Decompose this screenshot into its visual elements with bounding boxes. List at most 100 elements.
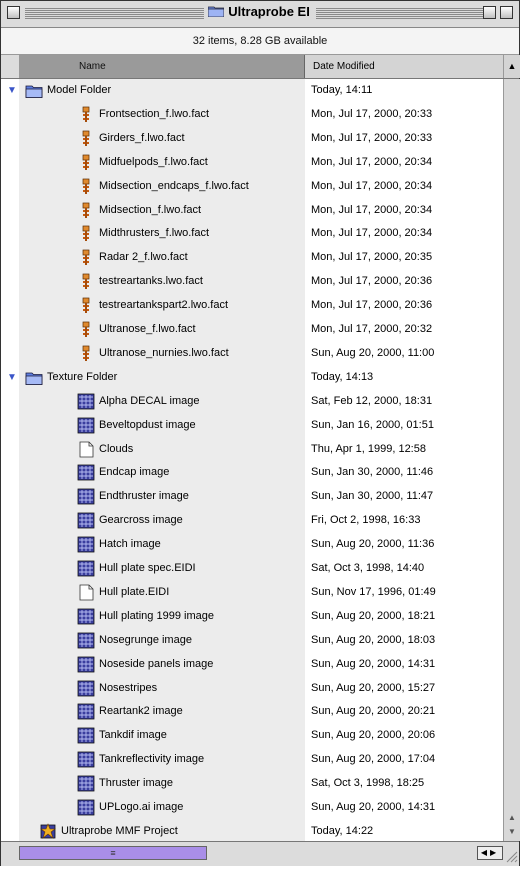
lightwave-file-icon[interactable] xyxy=(77,202,95,219)
item-name[interactable]: Nosegrunge image xyxy=(99,629,192,652)
file-row[interactable]: Midfuelpods_f.lwo.fact Mon, Jul 17, 2000,… xyxy=(1,151,503,174)
sort-direction-icon[interactable]: ▲ xyxy=(503,55,520,78)
file-row[interactable]: Reartank2 image Sun, Aug 20, 2000, 20:21 xyxy=(1,700,503,723)
item-name[interactable]: Hull plate.EIDI xyxy=(99,581,169,604)
horizontal-scrollbar[interactable]: ≡ ◀▶ xyxy=(1,841,519,866)
file-row[interactable]: Tankreflectivity image Sun, Aug 20, 2000,… xyxy=(1,748,503,771)
item-name[interactable]: Texture Folder xyxy=(47,366,117,389)
file-row[interactable]: Radar 2_f.lwo.fact Mon, Jul 17, 2000, 20:… xyxy=(1,246,503,269)
image-file-icon[interactable] xyxy=(77,632,95,649)
item-name[interactable]: Reartank2 image xyxy=(99,700,183,723)
grow-box[interactable] xyxy=(503,842,519,866)
item-name[interactable]: Ultranose_f.lwo.fact xyxy=(99,318,196,341)
image-file-icon[interactable] xyxy=(77,464,95,481)
item-name[interactable]: Midfuelpods_f.lwo.fact xyxy=(99,151,208,174)
item-name[interactable]: testreartanks.lwo.fact xyxy=(99,270,203,293)
item-name[interactable]: testreartankspart2.lwo.fact xyxy=(99,294,228,317)
disclosure-triangle-icon[interactable]: ▼ xyxy=(7,79,19,102)
image-file-icon[interactable] xyxy=(77,727,95,744)
item-name[interactable]: Nosestripes xyxy=(99,677,157,700)
project-file-icon[interactable] xyxy=(39,823,57,840)
item-name[interactable]: Endcap image xyxy=(99,461,169,484)
file-row[interactable]: Ultranose_nurnies.lwo.fact Sun, Aug 20, 2… xyxy=(1,342,503,365)
lightwave-file-icon[interactable] xyxy=(77,225,95,242)
file-row[interactable]: Nosestripes Sun, Aug 20, 2000, 15:27 xyxy=(1,677,503,700)
file-row[interactable]: Hull plate.EIDI Sun, Nov 17, 1996, 01:49 xyxy=(1,581,503,604)
column-header-name[interactable]: Name xyxy=(19,55,305,78)
file-row[interactable]: testreartankspart2.lwo.fact Mon, Jul 17, … xyxy=(1,294,503,317)
item-name[interactable]: Gearcross image xyxy=(99,509,183,532)
file-row[interactable]: Ultranose_f.lwo.fact Mon, Jul 17, 2000, 2… xyxy=(1,318,503,341)
vertical-scrollbar[interactable]: ▲ ▼ xyxy=(503,79,520,841)
document-icon[interactable] xyxy=(77,584,95,601)
lightwave-file-icon[interactable] xyxy=(77,297,95,314)
resize-grip-icon[interactable] xyxy=(503,842,519,866)
item-name[interactable]: Hatch image xyxy=(99,533,161,556)
column-header-date-modified[interactable]: Date Modified xyxy=(305,55,503,78)
document-icon[interactable] xyxy=(77,441,95,458)
file-row[interactable]: Alpha DECAL image Sat, Feb 12, 2000, 18:3… xyxy=(1,390,503,413)
image-file-icon[interactable] xyxy=(77,703,95,720)
item-name[interactable]: Ultranose_nurnies.lwo.fact xyxy=(99,342,229,365)
image-file-icon[interactable] xyxy=(77,608,95,625)
file-row[interactable]: testreartanks.lwo.fact Mon, Jul 17, 2000,… xyxy=(1,270,503,293)
item-name[interactable]: Midthrusters_f.lwo.fact xyxy=(99,222,209,245)
file-row[interactable]: Hull plating 1999 image Sun, Aug 20, 2000… xyxy=(1,605,503,628)
image-file-icon[interactable] xyxy=(77,417,95,434)
item-name[interactable]: Tankdif image xyxy=(99,724,167,747)
item-name[interactable]: Noseside panels image xyxy=(99,653,213,676)
item-name[interactable]: Thruster image xyxy=(99,772,173,795)
item-name[interactable]: Alpha DECAL image xyxy=(99,390,199,413)
file-row[interactable]: Thruster image Sat, Oct 3, 1998, 18:25 xyxy=(1,772,503,795)
scroll-down-arrow-icon[interactable]: ▼ xyxy=(504,825,520,839)
folder-icon[interactable] xyxy=(25,82,43,99)
file-row[interactable]: Girders_f.lwo.fact Mon, Jul 17, 2000, 20:… xyxy=(1,127,503,150)
item-name[interactable]: Radar 2_f.lwo.fact xyxy=(99,246,188,269)
lightwave-file-icon[interactable] xyxy=(77,249,95,266)
image-file-icon[interactable] xyxy=(77,393,95,410)
item-name[interactable]: Hull plating 1999 image xyxy=(99,605,214,628)
file-row[interactable]: Nosegrunge image Sun, Aug 20, 2000, 18:03 xyxy=(1,629,503,652)
file-row[interactable]: Endthruster image Sun, Jan 30, 2000, 11:4… xyxy=(1,485,503,508)
disclosure-triangle-icon[interactable]: ▼ xyxy=(7,366,19,389)
image-file-icon[interactable] xyxy=(77,488,95,505)
file-row[interactable]: Midsection_f.lwo.fact Mon, Jul 17, 2000, … xyxy=(1,199,503,222)
file-row[interactable]: Beveltopdust image Sun, Jan 16, 2000, 01:… xyxy=(1,414,503,437)
scroll-arrows[interactable]: ◀▶ xyxy=(477,846,503,860)
item-name[interactable]: Endthruster image xyxy=(99,485,189,508)
item-name[interactable]: Tankreflectivity image xyxy=(99,748,204,771)
file-row[interactable]: Hatch image Sun, Aug 20, 2000, 11:36 xyxy=(1,533,503,556)
lightwave-file-icon[interactable] xyxy=(77,106,95,123)
file-row[interactable]: Midthrusters_f.lwo.fact Mon, Jul 17, 2000… xyxy=(1,222,503,245)
image-file-icon[interactable] xyxy=(77,560,95,577)
file-row[interactable]: Ultraprobe MMF Project Today, 14:22 xyxy=(1,820,503,841)
file-row[interactable]: Tankdif image Sun, Aug 20, 2000, 20:06 xyxy=(1,724,503,747)
item-name[interactable]: Hull plate spec.EIDI xyxy=(99,557,196,580)
lightwave-file-icon[interactable] xyxy=(77,273,95,290)
lightwave-file-icon[interactable] xyxy=(77,178,95,195)
image-file-icon[interactable] xyxy=(77,775,95,792)
lightwave-file-icon[interactable] xyxy=(77,321,95,338)
image-file-icon[interactable] xyxy=(77,656,95,673)
file-row[interactable]: Midsection_endcaps_f.lwo.fact Mon, Jul 17… xyxy=(1,175,503,198)
item-name[interactable]: Clouds xyxy=(99,438,133,461)
item-name[interactable]: Girders_f.lwo.fact xyxy=(99,127,185,150)
image-file-icon[interactable] xyxy=(77,536,95,553)
file-row[interactable]: Endcap image Sun, Jan 30, 2000, 11:46 xyxy=(1,461,503,484)
scroll-thumb[interactable]: ≡ xyxy=(19,846,207,860)
image-file-icon[interactable] xyxy=(77,799,95,816)
file-row[interactable]: Hull plate spec.EIDI Sat, Oct 3, 1998, 14… xyxy=(1,557,503,580)
lightwave-file-icon[interactable] xyxy=(77,345,95,362)
image-file-icon[interactable] xyxy=(77,751,95,768)
file-row[interactable]: Gearcross image Fri, Oct 2, 1998, 16:33 xyxy=(1,509,503,532)
lightwave-file-icon[interactable] xyxy=(77,130,95,147)
item-name[interactable]: Midsection_f.lwo.fact xyxy=(99,199,201,222)
folder-icon[interactable] xyxy=(25,369,43,386)
scroll-up-arrow-icon[interactable]: ▲ xyxy=(504,811,520,825)
scroll-right-arrow-icon[interactable]: ▶ xyxy=(490,848,499,857)
folder-row[interactable]: ▼ Texture Folder Today, 14:13 xyxy=(1,366,503,389)
item-name[interactable]: Beveltopdust image xyxy=(99,414,196,437)
image-file-icon[interactable] xyxy=(77,512,95,529)
item-name[interactable]: Ultraprobe MMF Project xyxy=(61,820,178,841)
item-name[interactable]: Model Folder xyxy=(47,79,111,102)
